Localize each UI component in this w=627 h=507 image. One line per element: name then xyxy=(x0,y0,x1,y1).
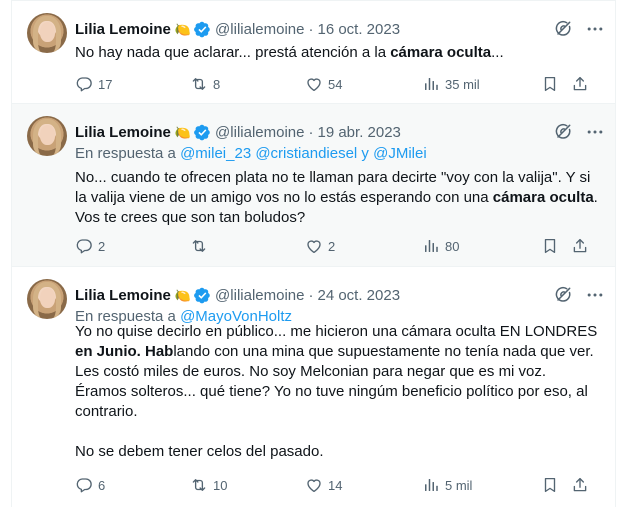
share-icon xyxy=(571,476,589,494)
like-count: 14 xyxy=(328,477,343,493)
retweet-count: 8 xyxy=(213,76,221,92)
more-icon[interactable] xyxy=(585,19,605,39)
grok-icon[interactable] xyxy=(553,19,573,39)
reply-count: 6 xyxy=(98,477,106,493)
like-icon xyxy=(305,75,323,93)
author-name[interactable]: Lilia Lemoine xyxy=(75,21,171,38)
retweet-icon xyxy=(190,476,208,494)
reply-icon xyxy=(75,237,93,255)
views-count: 80 xyxy=(445,238,460,254)
tweet-header: Lilia Lemoine 🍋 @lilialemoine · 16 oct. … xyxy=(75,19,400,39)
reply-context: En respuesta a @milei_23 @cristiandiesel… xyxy=(75,145,427,162)
text-highlight: en Junio. Hab xyxy=(75,343,174,360)
grok-icon[interactable] xyxy=(553,285,573,305)
text-highlight: cámara oculta xyxy=(390,44,492,61)
verified-icon[interactable] xyxy=(194,287,211,304)
bookmark-button[interactable] xyxy=(541,475,559,495)
bookmark-icon xyxy=(541,476,559,494)
bookmark-button[interactable] xyxy=(541,74,559,94)
bookmark-icon xyxy=(541,237,559,255)
lemon-emoji: 🍋 xyxy=(174,21,192,37)
like-count: 2 xyxy=(328,238,336,254)
more-icon[interactable] xyxy=(585,285,605,305)
retweet-button[interactable]: 10 xyxy=(190,475,227,495)
author-name[interactable]: Lilia Lemoine xyxy=(75,124,171,141)
grok-icon[interactable] xyxy=(553,122,573,142)
avatar[interactable] xyxy=(27,116,67,156)
like-button[interactable]: 54 xyxy=(305,74,342,94)
views-button[interactable]: 35 mil xyxy=(422,74,480,94)
retweet-button[interactable]: 8 xyxy=(190,74,220,94)
retweet-count: 10 xyxy=(213,477,228,493)
tweet-date[interactable]: 24 oct. 2023 xyxy=(317,287,400,304)
like-icon xyxy=(305,237,323,255)
reply-count: 2 xyxy=(98,238,106,254)
reply-mentions[interactable]: @milei_23 @cristiandiesel y @JMilei xyxy=(180,145,427,162)
action-bar: 17 8 54 35 mil xyxy=(75,74,601,94)
avatar[interactable] xyxy=(27,279,67,319)
verified-icon[interactable] xyxy=(194,21,211,38)
lemon-emoji: 🍋 xyxy=(174,124,192,140)
reply-button[interactable]: 6 xyxy=(75,475,105,495)
like-count: 54 xyxy=(328,76,343,92)
reply-count: 17 xyxy=(98,76,113,92)
views-count: 35 mil xyxy=(445,76,480,92)
views-icon xyxy=(422,237,440,255)
tweet[interactable]: Lilia Lemoine 🍋 @lilialemoine · 16 oct. … xyxy=(11,0,616,104)
reply-icon xyxy=(75,476,93,494)
lemon-emoji: 🍋 xyxy=(174,287,192,303)
share-button[interactable] xyxy=(571,475,589,495)
reply-prefix: En respuesta a xyxy=(75,145,181,162)
tweet[interactable]: Lilia Lemoine 🍋 @lilialemoine · 19 abr. … xyxy=(11,104,616,267)
text-part: Yo no quise decirlo en público... me hic… xyxy=(75,323,602,340)
share-icon xyxy=(571,237,589,255)
reply-button[interactable]: 2 xyxy=(75,236,105,256)
tweet-text: No hay nada que aclarar... prestá atenci… xyxy=(75,43,601,63)
share-button[interactable] xyxy=(571,74,589,94)
views-count: 5 mil xyxy=(445,477,473,493)
separator: · xyxy=(308,20,314,38)
share-icon xyxy=(571,75,589,93)
author-handle[interactable]: @lilialemoine xyxy=(215,21,304,38)
text-part: No hay nada que aclarar... prestá atenci… xyxy=(75,44,391,61)
tweet-date[interactable]: 16 oct. 2023 xyxy=(317,21,400,38)
like-button[interactable]: 14 xyxy=(305,475,342,495)
tweet-text: Yo no quise decirlo en público... me hic… xyxy=(75,322,601,462)
separator: · xyxy=(308,286,314,304)
share-button[interactable] xyxy=(571,236,589,256)
like-icon xyxy=(305,476,323,494)
bookmark-icon xyxy=(541,75,559,93)
tweet-date[interactable]: 19 abr. 2023 xyxy=(317,124,400,141)
author-handle[interactable]: @lilialemoine xyxy=(215,287,304,304)
action-bar: 2 2 80 xyxy=(75,236,601,256)
tweet-text: No... cuando te ofrecen plata no te llam… xyxy=(75,168,601,228)
text-highlight: cámara oculta xyxy=(492,189,594,206)
text-part: ... xyxy=(491,44,504,61)
views-button[interactable]: 80 xyxy=(422,236,459,256)
tweet-header: Lilia Lemoine 🍋 @lilialemoine · 19 abr. … xyxy=(75,122,401,142)
verified-icon[interactable] xyxy=(194,124,211,141)
action-bar: 6 10 14 5 mil xyxy=(75,475,601,495)
separator: · xyxy=(308,123,314,141)
more-icon[interactable] xyxy=(585,122,605,142)
tweet[interactable]: Lilia Lemoine 🍋 @lilialemoine · 24 oct. … xyxy=(11,267,616,507)
author-handle[interactable]: @lilialemoine xyxy=(215,124,304,141)
avatar[interactable] xyxy=(27,13,67,53)
author-name[interactable]: Lilia Lemoine xyxy=(75,287,171,304)
retweet-icon xyxy=(190,237,208,255)
views-button[interactable]: 5 mil xyxy=(422,475,472,495)
views-icon xyxy=(422,75,440,93)
tweet-header: Lilia Lemoine 🍋 @lilialemoine · 24 oct. … xyxy=(75,285,400,305)
views-icon xyxy=(422,476,440,494)
reply-button[interactable]: 17 xyxy=(75,74,112,94)
retweet-button[interactable] xyxy=(190,236,213,256)
like-button[interactable]: 2 xyxy=(305,236,335,256)
retweet-icon xyxy=(190,75,208,93)
bookmark-button[interactable] xyxy=(541,236,559,256)
reply-icon xyxy=(75,75,93,93)
text-part: lando con una mina que supuestamente no … xyxy=(75,343,594,460)
